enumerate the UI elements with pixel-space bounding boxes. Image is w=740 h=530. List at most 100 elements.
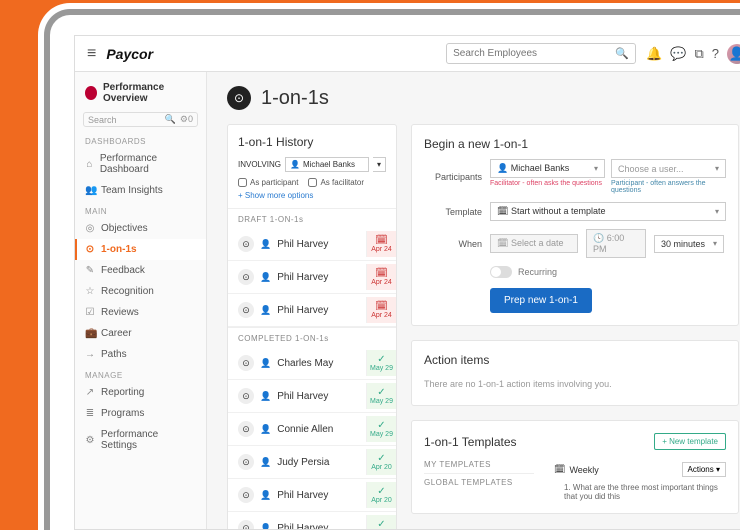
user-icon: 👤 [260, 523, 271, 530]
facilitator-helper: Facilitator - often asks the questions [490, 180, 605, 194]
sidebar-item-label: Performance Dashboard [100, 153, 196, 175]
check-icon: ✓ [367, 486, 396, 497]
checkbox[interactable] [238, 178, 247, 187]
involving-user-select[interactable]: 👤 Michael Banks [285, 157, 369, 172]
chevron-down-icon: ▾ [715, 207, 719, 216]
sidebar-item-label: 1-on-1s [101, 244, 137, 255]
begin-new-title: Begin a new 1-on-1 [424, 137, 726, 151]
history-row[interactable]: ⊙👤Phil Harvey🗓Apr 24 [228, 228, 396, 261]
sidebar-item-1on1s[interactable]: ⊙1-on-1s [75, 239, 206, 260]
sidebar-item-performance-dashboard[interactable]: ⌂ Performance Dashboard [75, 148, 206, 180]
hamburger-menu[interactable]: ≡ [87, 45, 96, 63]
calendar-icon: 🗓 [367, 235, 396, 246]
bell-icon[interactable]: 🔔 [646, 46, 662, 62]
sidebar-item-feedback[interactable]: ✎Feedback [75, 260, 206, 281]
chat-icon[interactable]: 💬 [670, 46, 686, 62]
calendar-icon: 🗓 [367, 268, 396, 279]
user-icon: 👤 [260, 358, 271, 369]
check-icon: ✓ [367, 453, 396, 464]
participant-1-select[interactable]: 👤 Michael Banks ▾ [490, 159, 605, 178]
global-templates-label: GLOBAL TEMPLATES [424, 474, 534, 491]
sidebar-item-label: Recognition [101, 286, 154, 297]
sidebar-item-recognition[interactable]: ☆Recognition [75, 281, 206, 302]
sidebar-item-label: Reporting [101, 387, 144, 398]
prep-new-button[interactable]: Prep new 1-on-1 [490, 288, 592, 313]
history-row[interactable]: ⊙👤Phil Harvey✓Apr 20 [228, 512, 396, 529]
employee-search[interactable]: 🔍 [446, 43, 636, 64]
recurring-toggle[interactable] [490, 266, 512, 278]
history-row[interactable]: ⊙👤Phil Harvey🗓Apr 24 [228, 294, 396, 327]
search-input[interactable] [453, 48, 615, 59]
sidebar-item-paths[interactable]: →Paths [75, 344, 206, 365]
date-input[interactable]: 🗓 Select a date [490, 234, 578, 253]
check-icon: ✓ [367, 519, 396, 529]
chk-label: As facilitator [320, 178, 364, 187]
involving-caret[interactable]: ▾ [373, 157, 386, 172]
participant-2-select[interactable]: Choose a user... ▾ [611, 159, 726, 178]
sidebar-item-team-insights[interactable]: 👥Team Insights [75, 180, 206, 201]
time-input[interactable]: 🕓 6:00 PM [586, 229, 646, 258]
history-row[interactable]: ⊙👤Phil Harvey🗓Apr 24 [228, 261, 396, 294]
history-title: 1-on-1 History [228, 135, 396, 149]
history-row[interactable]: ⊙👤Phil Harvey✓May 29 [228, 380, 396, 413]
as-participant-check[interactable]: As participant [238, 178, 298, 187]
user-icon: 👤 [260, 490, 271, 501]
overview-label: Performance Overview [103, 82, 196, 104]
sidebar-item-programs[interactable]: ≣Programs [75, 403, 206, 424]
sidebar-item-reviews[interactable]: ☑Reviews [75, 302, 206, 323]
user-icon: 👤 [260, 457, 271, 468]
show-more-options[interactable]: + Show more options [238, 191, 386, 200]
as-facilitator-check[interactable]: As facilitator [308, 178, 364, 187]
sidebar-item-objectives[interactable]: ◎Objectives [75, 218, 206, 239]
user-icon: 👤 [260, 305, 271, 316]
overview-icon [85, 86, 97, 100]
new-template-button[interactable]: + New template [654, 433, 726, 450]
search-icon: 🔍 [165, 114, 176, 125]
history-row[interactable]: ⊙👤Connie Allen✓May 29 [228, 413, 396, 446]
sidebar-search[interactable]: Search 🔍 ⚙0 [83, 112, 198, 127]
history-row[interactable]: ⊙👤Phil Harvey✓Apr 20 [228, 479, 396, 512]
chk-label: As participant [250, 178, 298, 187]
briefcase-icon: 💼 [85, 328, 95, 339]
history-card: 1-on-1 History INVOLVING 👤 Michael Banks… [227, 124, 397, 529]
user-avatar[interactable]: 👤 [727, 44, 740, 64]
history-row[interactable]: ⊙👤Judy Persia✓Apr 20 [228, 446, 396, 479]
history-name: Judy Persia [277, 457, 329, 468]
history-row[interactable]: ⊙👤Charles May✓May 29 [228, 347, 396, 380]
sidebar-item-reporting[interactable]: ↗ Reporting [75, 382, 206, 403]
history-name: Connie Allen [277, 424, 333, 435]
sidebar-item-performance-settings[interactable]: ⚙Performance Settings [75, 424, 206, 456]
duration-select[interactable]: 30 minutes▾ [654, 235, 724, 253]
history-date: ✓May 29 [366, 350, 396, 376]
paycor-logo: Paycor [106, 46, 153, 62]
chart-icon: ↗ [85, 387, 95, 398]
template-actions-button[interactable]: Actions ▾ [682, 462, 726, 477]
when-label: When [424, 239, 482, 249]
template-item[interactable]: 🗓Weekly [554, 462, 599, 477]
involving-user: Michael Banks [303, 160, 355, 169]
home-icon: ⌂ [85, 159, 94, 170]
history-name: Phil Harvey [277, 391, 328, 402]
support-icon[interactable]: ⧉ [694, 46, 703, 62]
help-icon[interactable]: ? [712, 46, 719, 61]
completed-section-label: COMPLETED 1-ON-1s [228, 327, 396, 347]
user-icon: ⊙ [238, 421, 254, 437]
history-name: Charles May [277, 358, 333, 369]
checkbox[interactable] [308, 178, 317, 187]
check-icon: ✓ [367, 387, 396, 398]
sidebar-item-career[interactable]: 💼Career [75, 323, 206, 344]
template-select[interactable]: 🗓 Start without a template ▾ [490, 202, 726, 221]
sidebar-item-label: Programs [101, 408, 144, 419]
user-icon: 👤 [497, 163, 508, 173]
user-icon: 👤 [260, 239, 271, 250]
check-icon: ✓ [367, 354, 396, 365]
p1-name: Michael Banks [511, 163, 570, 173]
sidebar-item-label: Performance Settings [101, 429, 196, 451]
sidebar-overview[interactable]: Performance Overview [75, 78, 206, 108]
chevron-down-icon: ▾ [715, 164, 719, 173]
user-icon: 👤 [260, 272, 271, 283]
history-date: ✓Apr 20 [366, 449, 396, 475]
participant-helper: Participant - often answers the question… [611, 180, 726, 194]
user-icon: ⊙ [238, 520, 254, 529]
group-manage: MANAGE [75, 365, 206, 382]
